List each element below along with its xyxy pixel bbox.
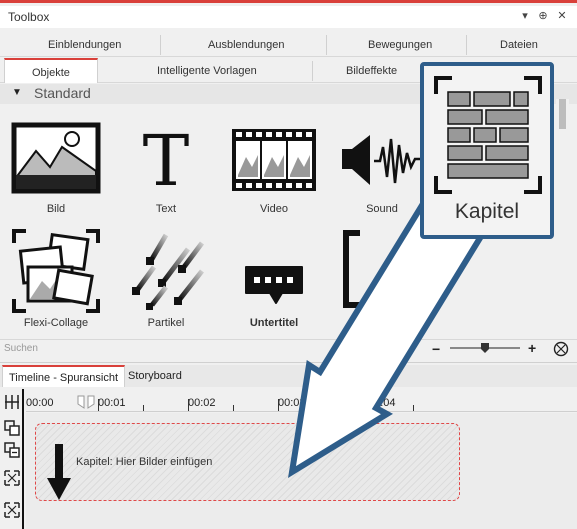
chapter-callout-label: Kapitel [454,200,520,223]
chapter-object-callout[interactable]: Kapitel [420,62,554,239]
chapter-icon [434,76,542,194]
